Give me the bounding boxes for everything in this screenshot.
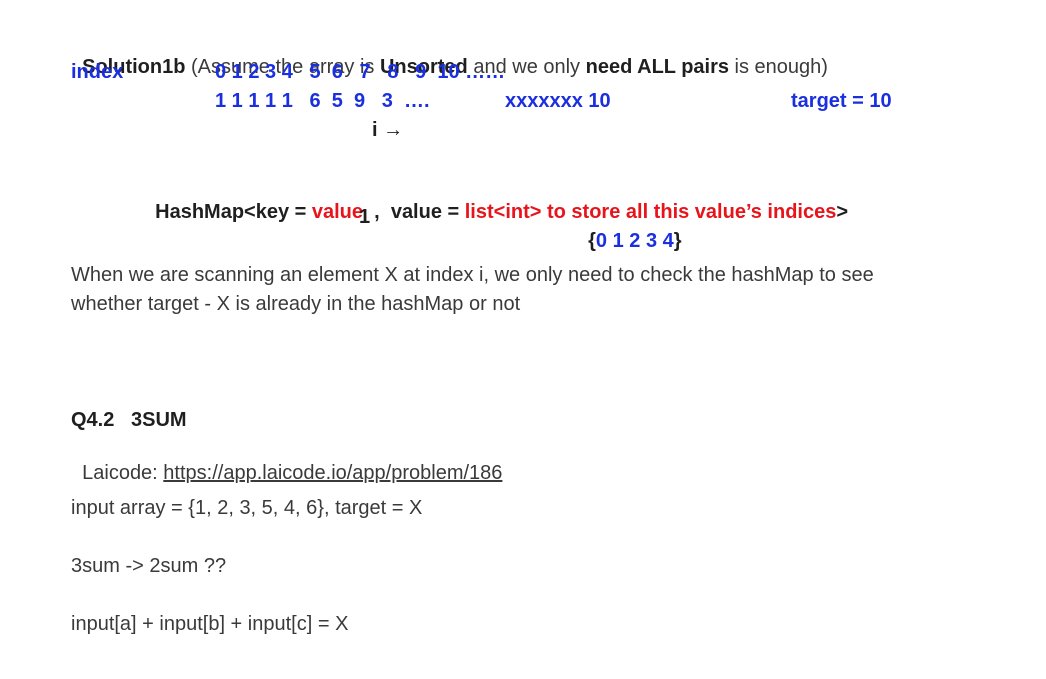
explanation-line-2: whether target - X is already in the has… (71, 293, 521, 315)
hashmap-decl-start: HashMap<key = (155, 201, 312, 223)
hashmap-sep: , value = (363, 201, 465, 223)
solution-text-3: is enough) (729, 56, 828, 78)
index-pointer: i → (372, 119, 404, 141)
solution-need-all-pairs: need ALL pairs (585, 56, 729, 78)
input-array-line: input array = {1, 2, 3, 5, 4, 6}, target… (71, 497, 423, 519)
hashmap-example-key: 1 (359, 206, 371, 228)
array-values-tail: xxxxxxx 10 (505, 90, 611, 112)
q42-title: Q4.2 3SUM (71, 409, 187, 431)
hashmap-example-value: {0 1 2 3 4} (577, 205, 682, 253)
hashmap-declaration: HashMap<key = value , value = list<int> … (144, 176, 848, 224)
array-values: 1 1 1 1 1 6 5 9 3 …. (215, 90, 430, 112)
reduction-line: 3sum -> 2sum ?? (71, 555, 227, 577)
explanation-line-1: When we are scanning an element X at ind… (71, 264, 874, 286)
array-indices: 0 1 2 3 4 5 6 7 8 9 10 …… (215, 61, 506, 83)
hashmap-decl-end: > (836, 201, 849, 223)
laicode-label: Laicode: (82, 462, 164, 484)
hashmap-example-close: } (673, 230, 682, 252)
laicode-link[interactable]: https://app.laicode.io/app/problem/186 (163, 462, 502, 484)
hashmap-example-open: { (588, 230, 596, 252)
target-label: target = 10 (791, 90, 892, 112)
index-label: index (71, 61, 124, 83)
equation-line: input[a] + input[b] + input[c] = X (71, 613, 349, 635)
laicode-line: Laicode: https://app.laicode.io/app/prob… (71, 437, 502, 485)
hashmap-key-word: value (311, 201, 364, 223)
hashmap-example-items: 0 1 2 3 4 (595, 230, 674, 252)
